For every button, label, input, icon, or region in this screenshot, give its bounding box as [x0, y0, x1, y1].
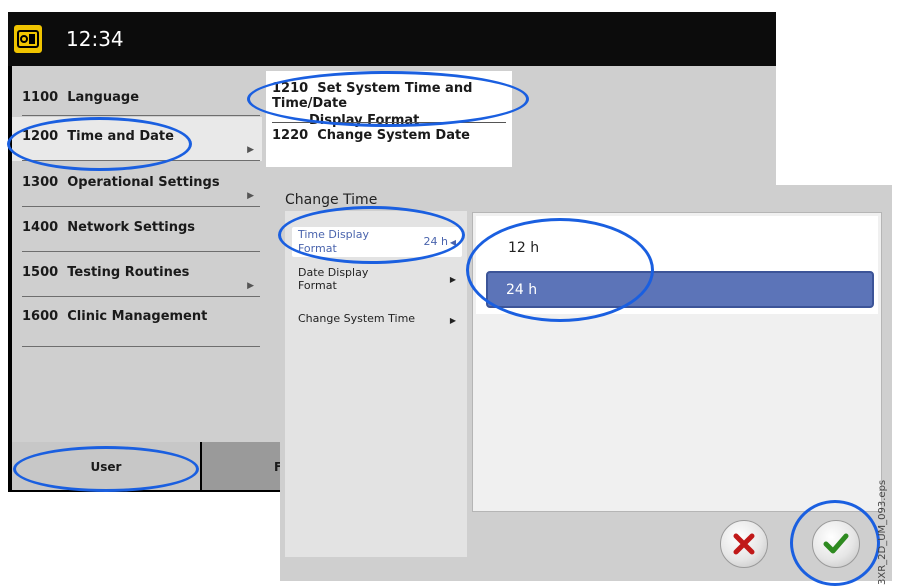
dialog-item-change-system-time[interactable]: Change System Time ▶: [292, 312, 462, 328]
menu-code: 1600: [22, 309, 59, 324]
figure-code: 3XR_2D_UM_093.eps: [877, 479, 888, 585]
dialog-item-label-line2: Format: [298, 279, 337, 292]
clock-time: 12:34: [66, 27, 124, 51]
dialog-item-date-display-format[interactable]: Date Display Format ▶: [292, 266, 462, 296]
option-12h-label: 12 h: [508, 240, 540, 256]
divider: [22, 251, 260, 252]
menu-label: Clinic Management: [67, 309, 208, 324]
submenu-label: Change System Date: [317, 128, 470, 143]
menu-label: Network Settings: [67, 220, 196, 235]
device-logo-icon: [14, 25, 42, 53]
menu-label: Time and Date: [67, 129, 174, 144]
menu-item-clinic-management[interactable]: 1600 Clinic Management: [12, 303, 262, 347]
dialog-item-label: Change System Time: [298, 312, 416, 325]
dialog-title: Change Time: [285, 192, 378, 208]
chevron-right-icon: ▶: [449, 275, 456, 284]
submenu-panel: 1210 Set System Time and Time/Date Displ…: [266, 71, 512, 167]
dialog-options-pane: [285, 211, 467, 557]
submenu-label-line2: Display Format: [309, 113, 420, 128]
divider: [22, 115, 260, 116]
submenu-item-set-time-format[interactable]: 1210 Set System Time and Time/Date Displ…: [272, 81, 506, 128]
menu-code: 1400: [22, 220, 59, 235]
submenu-code: 1210: [272, 81, 309, 96]
divider: [22, 296, 260, 297]
menu-label: Language: [67, 90, 140, 105]
checkmark-icon: [823, 533, 849, 554]
dialog-item-label: Date Display: [298, 266, 369, 279]
chevron-left-icon: ◀: [449, 238, 456, 247]
menu-code: 1500: [22, 265, 59, 280]
confirm-button[interactable]: [812, 520, 860, 568]
menu-item-language[interactable]: 1100 Language: [12, 72, 262, 116]
tab-second[interactable]: F: [202, 442, 282, 490]
option-24h[interactable]: 24 h: [486, 271, 874, 308]
menu-label: Testing Routines: [67, 265, 190, 280]
divider: [272, 122, 506, 123]
menu-item-time-and-date[interactable]: 1200 Time and Date ▶: [12, 117, 262, 161]
submenu-code: 1220: [272, 128, 309, 143]
chevron-right-icon: ▶: [247, 281, 254, 291]
menu-code: 1300: [22, 175, 59, 190]
cancel-button[interactable]: [720, 520, 768, 568]
tab-user[interactable]: User: [12, 442, 200, 490]
menu-code: 1100: [22, 90, 59, 105]
option-24h-label: 24 h: [506, 282, 538, 298]
dialog-item-value: 24 h: [423, 235, 448, 248]
menu-item-operational-settings[interactable]: 1300 Operational Settings ▶: [12, 163, 262, 207]
submenu-item-change-system-date[interactable]: 1220 Change System Date: [272, 128, 506, 143]
divider: [22, 346, 260, 347]
chevron-right-icon: ▶: [247, 191, 254, 201]
menu-item-network-settings[interactable]: 1400 Network Settings: [12, 208, 262, 252]
menu-item-testing-routines[interactable]: 1500 Testing Routines ▶: [12, 253, 262, 297]
close-icon: [733, 533, 755, 555]
tab-user-label: User: [90, 460, 122, 474]
menu-code: 1200: [22, 129, 59, 144]
divider: [22, 206, 260, 207]
chevron-right-icon: ▶: [247, 145, 254, 155]
menu-label: Operational Settings: [67, 175, 220, 190]
chevron-right-icon: ▶: [449, 316, 456, 325]
divider: [22, 160, 260, 161]
dialog-item-time-display-format[interactable]: Time Display Format 24 h ◀: [292, 227, 462, 257]
